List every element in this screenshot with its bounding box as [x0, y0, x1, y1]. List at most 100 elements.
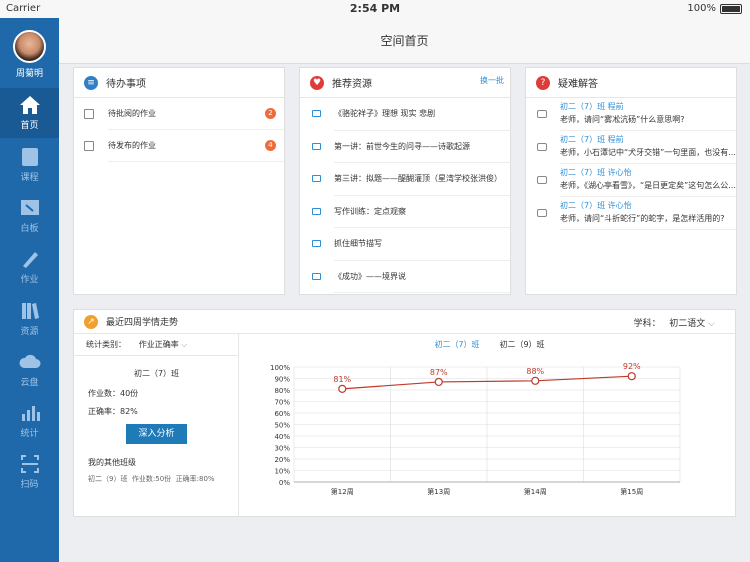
nav-label: 课程 [20, 173, 39, 183]
whiteboard-icon [20, 200, 39, 215]
x-tick-label: 第14周 [524, 487, 547, 496]
chevron-down-icon: ⌵ [708, 319, 715, 329]
video-icon [312, 110, 321, 117]
recommend-panel: ♥ 推荐资源 换一批 《骆驼祥子》理想 现实 悲剧 第一讲：前世今生的问寻——诗歌起… [299, 67, 511, 295]
resource-item[interactable]: 《骆驼祥子》理想 现实 悲剧 [312, 98, 510, 131]
nav-scan[interactable]: 扫码 [0, 447, 59, 497]
nav-label: 作业 [20, 275, 39, 285]
todo-item[interactable]: 待批阅的作业 2 [84, 98, 284, 130]
trend-panel: ↗ 最近四周学情走势 学科： 初二语文 ⌵ 统计类别： 作业正确率 ⌵ 初二（7）班… [73, 309, 736, 518]
nav-label: 首页 [20, 121, 39, 131]
y-tick-label: 60% [274, 410, 290, 418]
chat-icon [537, 176, 547, 184]
resource-item[interactable]: 写作训练：定点观察 [312, 196, 510, 228]
resource-item[interactable]: 《成功》——境界说 [312, 261, 510, 293]
nav-home[interactable]: 首页 [0, 88, 59, 138]
data-point [627, 372, 636, 381]
status-bar: Carrier 2:54 PM 100% [0, 0, 750, 18]
cloud-icon [18, 354, 40, 368]
video-icon [312, 175, 321, 182]
y-tick-label: 70% [274, 399, 290, 407]
y-tick-label: 30% [274, 445, 290, 453]
y-tick-label: 40% [274, 433, 290, 441]
qa-item[interactable]: 初二（7）班 许心怡 老师，请问“斗折蛇行”的蛇字，是怎样活用的? [537, 197, 736, 230]
recommend-title: 推荐资源 [332, 79, 372, 90]
y-tick-label: 10% [274, 468, 290, 476]
chat-icon [537, 209, 547, 217]
qa-panel: ? 疑难解答 初二（7）班 程前 老师，请问“雾凇沆砀”什么意思啊? 初二（7）班 … [525, 67, 737, 295]
video-icon [312, 207, 321, 215]
resource-item[interactable]: 抓住细节描写 [312, 228, 510, 261]
trend-icon: ↗ [84, 314, 98, 329]
books-icon [21, 303, 39, 319]
nav-label: 资源 [20, 327, 39, 337]
resource-item[interactable]: 第一讲：前世今生的问寻——诗歌起源 [312, 131, 510, 163]
edit-icon [84, 109, 94, 119]
nav-course[interactable]: 课程 [0, 140, 59, 190]
y-tick-label: 80% [274, 387, 290, 395]
accuracy: 正确率：82% [88, 407, 138, 416]
battery-percent: 100% [687, 3, 716, 14]
trend-chart: 100% 90% 80% 70% 60% 50% 40% 30% 20% 10% 0% 第12周 第13… [270, 339, 681, 496]
avatar[interactable] [13, 30, 46, 63]
nav-label: 扫码 [20, 480, 39, 490]
data-label: 81% [333, 375, 351, 384]
category-select[interactable]: 统计类别： 作业正确率 ⌵ [74, 334, 238, 356]
subject-select[interactable]: 学科： 初二语文 ⌵ [634, 316, 715, 329]
data-point [338, 384, 347, 393]
x-tick-label: 第13周 [427, 487, 450, 496]
nav-whiteboard[interactable]: 白板 [0, 191, 59, 241]
page-title: 空间首页 [59, 18, 750, 64]
video-icon [312, 272, 321, 280]
count-badge: 2 [265, 108, 276, 119]
qa-item[interactable]: 初二（7）班 程前 老师，请问“雾凇沆砀”什么意思啊? [537, 98, 736, 131]
qa-item[interactable]: 初二（7）班 许心怡 老师，《湖心亭看雪》，“是日更定矣”这句怎么公... [537, 164, 736, 197]
chevron-down-icon: ⌵ [181, 339, 188, 349]
bar-chart-icon [21, 406, 40, 421]
refresh-link[interactable]: 换一批 [480, 75, 504, 86]
legend-item: 初二（9）班 [499, 339, 544, 349]
data-label: 88% [526, 367, 544, 376]
data-point [434, 377, 443, 387]
sidebar: 周菊明 首页 课程 白板 作业 资源 云盘 统计 扫码 [0, 18, 59, 562]
other-classes-title: 我的其他班级 [88, 458, 136, 467]
analyze-button[interactable]: 深入分析 [126, 424, 187, 444]
home-icon [19, 96, 40, 114]
document-icon [84, 141, 94, 151]
nav-homework[interactable]: 作业 [0, 242, 59, 292]
data-label: 87% [430, 368, 448, 377]
pen-icon [22, 252, 38, 268]
other-class-row[interactable]: 初二（9）班 作业数:50份 正确率:80% [88, 474, 215, 484]
todo-panel: ≡ 待办事项 待批阅的作业 2 待发布的作业 4 [73, 67, 285, 295]
homework-count: 作业数：40份 [88, 389, 139, 398]
chat-icon [537, 143, 547, 151]
todo-item[interactable]: 待发布的作业 4 [84, 130, 284, 162]
resource-item[interactable]: 第三讲：拟题——醍醐灌顶（星湾学校张洪俊） [312, 163, 510, 196]
y-tick-label: 100% [270, 364, 290, 372]
y-tick-label: 90% [274, 376, 290, 384]
user-name: 周菊明 [15, 69, 43, 79]
scan-icon [20, 455, 39, 473]
y-tick-label: 0% [279, 479, 290, 487]
battery-icon [720, 3, 742, 14]
nav-resource[interactable]: 资源 [0, 294, 59, 344]
chat-icon [537, 110, 547, 118]
qa-title: 疑难解答 [558, 79, 598, 90]
trend-title: 最近四周学情走势 [106, 318, 179, 328]
list-icon: ≡ [84, 75, 98, 90]
y-tick-label: 50% [274, 422, 290, 430]
nav-cloud[interactable]: 云盘 [0, 345, 59, 395]
data-label: 92% [623, 362, 641, 371]
legend-item: 初二（7）班 [434, 339, 479, 349]
qa-item[interactable]: 初二（7）班 程前 老师，小石潭记中“犬牙交错”一句里面，也没有... [537, 131, 736, 164]
video-icon [312, 240, 321, 247]
data-point [531, 376, 540, 385]
count-badge: 4 [265, 140, 276, 151]
video-icon [312, 142, 321, 150]
x-tick-label: 第12周 [331, 487, 354, 496]
clock: 2:54 PM [349, 2, 401, 15]
book-icon [21, 148, 38, 166]
nav-stats[interactable]: 统计 [0, 396, 59, 446]
nav-label: 云盘 [20, 378, 39, 388]
x-tick-label: 第15周 [620, 487, 643, 496]
